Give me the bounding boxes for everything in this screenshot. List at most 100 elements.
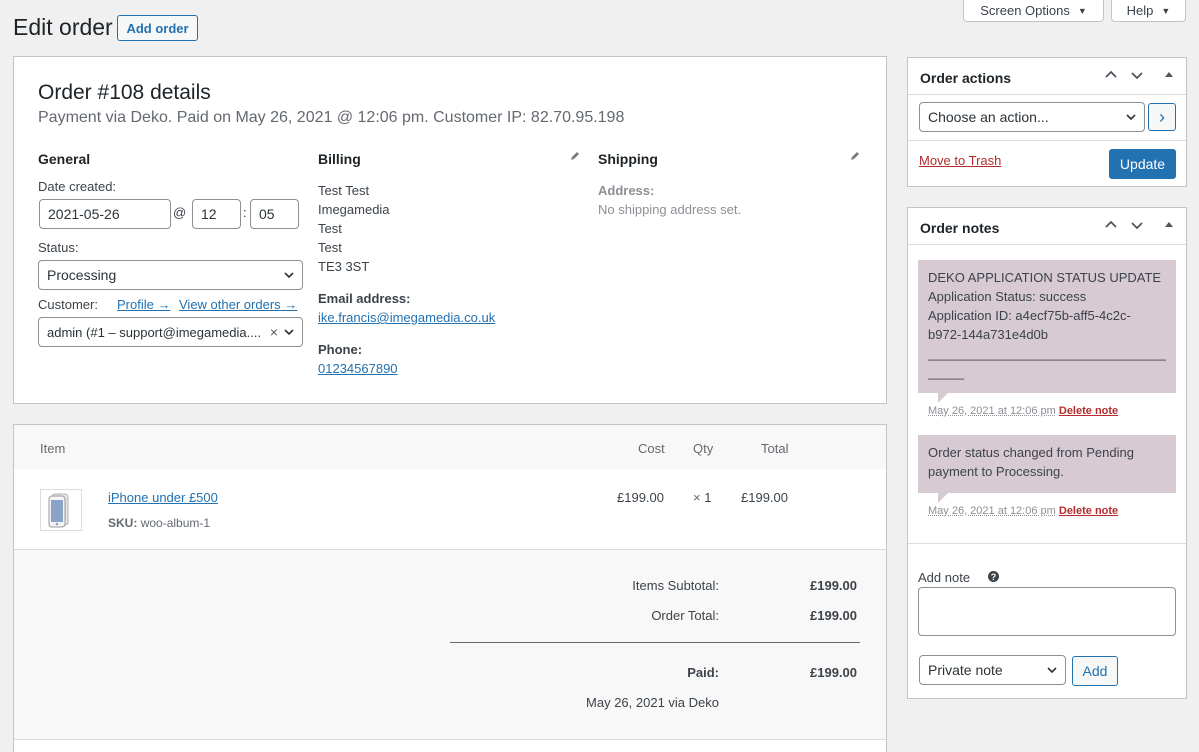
note-date: May 26, 2021 at 12:06 pm xyxy=(928,405,1056,417)
move-down-icon[interactable] xyxy=(1130,68,1144,82)
order-action-select[interactable]: Choose an action... xyxy=(919,102,1145,132)
billing-address: Test Test Imegamedia Test Test TE3 3ST xyxy=(318,181,390,276)
items-footer-divider xyxy=(14,739,886,740)
qty-prefix: × xyxy=(693,490,701,505)
customer-profile-link[interactable]: Profile → xyxy=(117,297,170,312)
note-line: Application ID: a4ecf75b-aff5-4c2c- xyxy=(928,308,1131,323)
apply-action-button[interactable]: › xyxy=(1148,103,1176,131)
column-qty: Qty xyxy=(693,441,714,456)
move-to-trash-link[interactable]: Move to Trash xyxy=(919,153,1001,168)
order-actions-title: Order actions xyxy=(920,70,1012,86)
delete-note-link[interactable]: Delete note xyxy=(1059,405,1118,417)
sku-value: woo-album-1 xyxy=(140,516,211,530)
items-subtotal-label: Items Subtotal: xyxy=(632,578,719,593)
note-type-select[interactable]: Private note xyxy=(919,655,1066,685)
date-created-input[interactable]: 2021-05-26 xyxy=(39,199,171,229)
product-thumbnail xyxy=(40,489,82,531)
column-cost: Cost xyxy=(638,441,665,456)
order-notes-title: Order notes xyxy=(920,220,1000,236)
collapse-toggle-icon[interactable] xyxy=(1162,68,1176,82)
minute-input[interactable]: 05 xyxy=(250,199,299,229)
sku-label: SKU: xyxy=(108,516,138,530)
billing-address-line: Imegamedia xyxy=(318,202,390,217)
edit-billing-pencil-icon[interactable] xyxy=(569,150,581,162)
items-subtotal-value: £199.00 xyxy=(810,578,857,593)
collapse-toggle-icon[interactable] xyxy=(1162,218,1176,232)
add-note-label: Add note xyxy=(918,570,971,585)
paid-label: Paid: xyxy=(687,665,719,680)
billing-address-line: Test xyxy=(318,221,342,236)
note-line: ___________________________________ xyxy=(928,346,1166,361)
item-cost: £199.00 xyxy=(617,490,664,505)
customer-select[interactable]: admin (#1 – support@imegamedia.... × xyxy=(38,317,303,347)
items-table-header: Item Cost Qty Total xyxy=(14,425,886,469)
clear-icon[interactable]: × xyxy=(270,324,278,340)
status-select[interactable]: Processing xyxy=(38,260,303,290)
note-meta: May 26, 2021 at 12:06 pm Delete note xyxy=(928,405,1118,417)
move-down-icon[interactable] xyxy=(1130,218,1144,232)
chevron-down-icon xyxy=(1126,114,1136,121)
chevron-down-icon xyxy=(1047,667,1057,674)
billing-address-line: Test Test xyxy=(318,183,370,198)
order-total-label: Order Total: xyxy=(651,608,719,623)
shipping-address-value: No shipping address set. xyxy=(598,202,742,217)
time-separator: : xyxy=(243,205,247,220)
order-note: DEKO APPLICATION STATUS UPDATE Applicati… xyxy=(918,260,1176,393)
sku-line: SKU: woo-album-1 xyxy=(108,516,210,530)
general-heading: General xyxy=(38,151,91,167)
paid-value: £199.00 xyxy=(810,665,857,680)
order-total-value: £199.00 xyxy=(810,608,857,623)
customer-value: admin (#1 – support@imegamedia.... xyxy=(47,324,262,340)
edit-shipping-pencil-icon[interactable] xyxy=(849,150,861,162)
billing-address-line: Test xyxy=(318,240,342,255)
order-heading: Order #108 details xyxy=(38,81,211,104)
shipping-address-label: Address: xyxy=(598,183,655,198)
box-divider xyxy=(908,94,1186,95)
delete-note-link[interactable]: Delete note xyxy=(1059,505,1118,517)
column-total: Total xyxy=(761,441,789,456)
box-divider xyxy=(908,244,1186,245)
order-items-panel: Item Cost Qty Total iPhone under £500 SK… xyxy=(13,424,887,752)
move-up-icon[interactable] xyxy=(1104,218,1118,232)
order-actions-box: Order actions Choose an action... › Move… xyxy=(907,57,1187,187)
note-line: DEKO APPLICATION STATUS UPDATE xyxy=(928,270,1162,285)
hour-input[interactable]: 12 xyxy=(192,199,241,229)
add-note-button[interactable]: Add xyxy=(1072,656,1118,686)
order-subheading: Payment via Deko. Paid on May 26, 2021 @… xyxy=(38,109,625,126)
help-tab[interactable]: Help ▼ xyxy=(1111,0,1186,22)
page-title: Edit order xyxy=(13,14,113,40)
billing-address-line: TE3 3ST xyxy=(318,259,370,274)
note-type-value: Private note xyxy=(928,662,1003,678)
status-label: Status: xyxy=(38,240,79,255)
table-row: iPhone under £500 SKU: woo-album-1 £199.… xyxy=(14,469,886,550)
phone-link[interactable]: 01234567890 xyxy=(318,361,398,376)
caret-down-icon: ▼ xyxy=(1161,5,1171,16)
box-divider xyxy=(908,140,1186,141)
item-total: £199.00 xyxy=(741,490,788,505)
box-divider xyxy=(908,543,1186,544)
billing-heading: Billing xyxy=(318,151,361,167)
phone-image-icon xyxy=(48,493,69,528)
item-qty: × 1 xyxy=(693,490,711,505)
order-note: Order status changed from Pending paymen… xyxy=(918,435,1176,493)
email-link[interactable]: ike.francis@imegamedia.co.uk xyxy=(318,310,495,325)
add-order-button[interactable]: Add order xyxy=(117,15,198,41)
email-label: Email address: xyxy=(318,291,411,306)
screen-options-tab[interactable]: Screen Options ▼ xyxy=(963,0,1104,22)
screen-options-label: Screen Options xyxy=(980,3,1070,18)
order-totals: Items Subtotal: £199.00 Order Total: £19… xyxy=(14,550,886,740)
add-note-textarea[interactable] xyxy=(918,587,1176,636)
note-tail xyxy=(938,393,948,403)
order-details-panel: Order #108 details Payment via Deko. Pai… xyxy=(13,56,887,404)
move-up-icon[interactable] xyxy=(1104,68,1118,82)
at-separator: @ xyxy=(173,205,187,220)
note-line: payment to Processing. xyxy=(928,464,1064,479)
product-name-link[interactable]: iPhone under £500 xyxy=(108,490,218,505)
note-tail xyxy=(938,493,948,503)
view-other-orders-link[interactable]: View other orders → xyxy=(179,297,297,312)
qty-value: 1 xyxy=(704,490,712,505)
update-button[interactable]: Update xyxy=(1109,149,1176,179)
totals-divider xyxy=(450,642,860,643)
note-meta: May 26, 2021 at 12:06 pm Delete note xyxy=(928,505,1118,517)
help-icon[interactable]: ? xyxy=(988,571,999,582)
